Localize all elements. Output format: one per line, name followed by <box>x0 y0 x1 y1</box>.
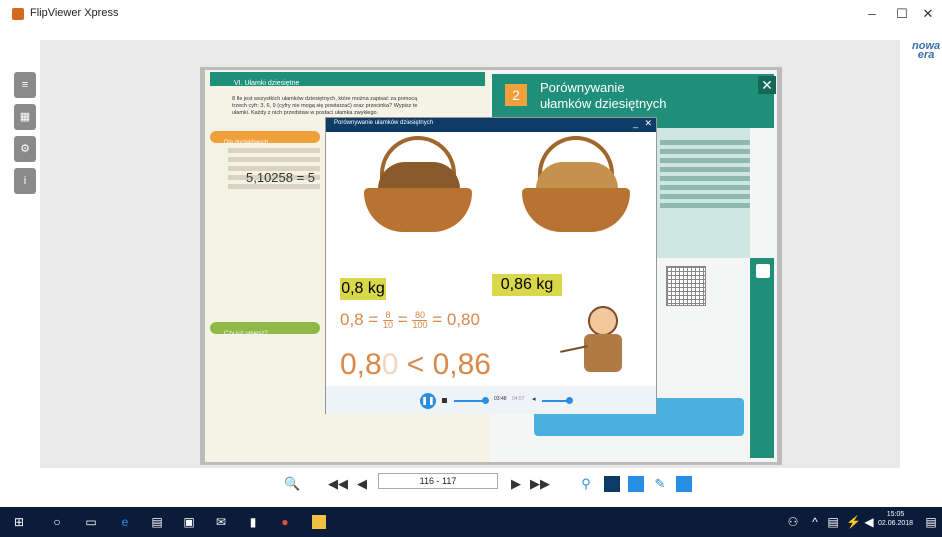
progress-knob[interactable] <box>482 397 489 404</box>
page-number-field[interactable]: 116 - 117 <box>378 473 498 489</box>
minimize-button[interactable]: – <box>860 4 884 24</box>
chrome-icon[interactable]: ● <box>278 515 292 529</box>
grid-view-icon[interactable] <box>676 476 692 492</box>
close-button[interactable]: ✕ <box>916 4 940 24</box>
search-icon[interactable]: ○ <box>50 515 64 529</box>
file-explorer-icon[interactable]: ▤ <box>150 515 164 529</box>
info-icon[interactable]: i <box>14 168 36 194</box>
section-can-you: Czy już umiesz? <box>210 322 320 337</box>
store-icon[interactable]: ▣ <box>182 515 196 529</box>
binoculars-icon[interactable]: ⚲ <box>578 476 594 492</box>
video-close-button[interactable]: ✕ <box>644 118 652 129</box>
video-frame[interactable]: 0,8 kg 0,86 kg 0,8 = 8 10 = 80 100 = 0,80 … <box>328 134 654 390</box>
notifications-icon[interactable]: ▤ <box>924 515 938 529</box>
exercise-text: 8 Ile jest wszystkich ułamków dziesiętny… <box>232 96 418 116</box>
close-icon[interactable]: ✕ <box>758 76 776 94</box>
app-icon <box>12 8 24 20</box>
square-grid <box>666 266 706 306</box>
video-player: Porównywanie ułamków dziesiętnych _ ✕ 0,… <box>325 117 657 414</box>
mail-icon[interactable]: ✉ <box>214 515 228 529</box>
nowa-era-logo: nowa era <box>912 40 941 61</box>
last-page-icon[interactable]: ▶▶ <box>530 476 550 492</box>
section-curious: Dla dociekliwych <box>210 131 320 146</box>
volume-tray-icon[interactable]: ◀ <box>862 515 876 529</box>
stop-icon[interactable] <box>442 398 447 403</box>
notes-icon[interactable] <box>628 476 644 492</box>
lesson-number: 2 <box>505 84 527 106</box>
document-icon[interactable]: ▮ <box>246 515 260 529</box>
right-text-lines <box>660 140 750 212</box>
weight-label-2: 0,86 kg <box>492 274 562 296</box>
settings-icon[interactable]: ⚙ <box>14 136 36 162</box>
title-bar: FlipViewer Xpress – ☐ ✕ <box>0 0 942 40</box>
search-thumbs-icon[interactable]: ▦ <box>14 104 36 130</box>
people-icon[interactable]: ⚇ <box>786 515 800 529</box>
volume-slider[interactable] <box>542 400 568 402</box>
video-controls: ❚❚ 03:48 04:57 ◂ <box>326 386 656 414</box>
network-icon[interactable]: ▤ <box>826 515 840 529</box>
bookmark-icon[interactable] <box>604 476 620 492</box>
taskbar-clock[interactable]: 15:05 02.06.2018 <box>878 510 913 528</box>
next-page-icon[interactable]: ▶ <box>508 476 524 492</box>
basket-hazelnuts-image <box>516 136 636 238</box>
comparison-inequality: 0,80 < 0,86 <box>340 348 491 381</box>
window-title: FlipViewer Xpress <box>30 7 119 19</box>
time-current: 03:48 <box>494 396 507 402</box>
weight-label-1: 0,8 kg <box>340 278 386 300</box>
pause-icon[interactable]: ❚❚ <box>420 393 436 409</box>
windows-taskbar <box>0 507 942 537</box>
pen-icon[interactable]: ✎ <box>652 476 668 492</box>
video-title: Porównywanie ułamków dziesiętnych <box>334 120 434 126</box>
video-title-bar: Porównywanie ułamków dziesiętnych _ ✕ <box>326 118 656 132</box>
start-icon[interactable]: ⊞ <box>12 515 26 529</box>
left-formula: 5,10258 = 5 <box>246 170 316 185</box>
lesson-title: Porównywanie ułamków dziesiętnych <box>540 80 667 111</box>
time-total: 04:57 <box>512 396 525 402</box>
video-minimize-button[interactable]: _ <box>633 118 638 128</box>
professor-character-image <box>560 300 632 382</box>
edge-icon[interactable]: e <box>118 515 132 529</box>
volume-knob[interactable] <box>566 397 573 404</box>
notebook-icon[interactable] <box>756 264 770 278</box>
maximize-button[interactable]: ☐ <box>890 4 914 24</box>
battery-icon[interactable]: ⚡ <box>846 515 861 529</box>
tray-chevron-icon[interactable]: ^ <box>808 515 822 529</box>
fraction-equation: 0,8 = 8 10 = 80 100 = 0,80 <box>340 310 480 331</box>
list-icon[interactable]: ≡ <box>14 72 36 98</box>
task-view-icon[interactable]: ▭ <box>84 515 98 529</box>
volume-icon[interactable]: ◂ <box>532 395 536 403</box>
flipviewer-taskbar-icon[interactable] <box>312 515 326 529</box>
side-tabs: ≡ ▦ ⚙ i <box>14 72 36 200</box>
first-page-icon[interactable]: ◀◀ <box>328 476 348 492</box>
previous-page-icon[interactable]: ◀ <box>354 476 370 492</box>
left-page-header: VI. Ułamki dziesiętne <box>210 72 485 87</box>
right-side-strip <box>750 258 774 458</box>
basket-walnuts-image <box>358 136 478 238</box>
zoom-icon[interactable]: 🔍 <box>284 476 300 492</box>
